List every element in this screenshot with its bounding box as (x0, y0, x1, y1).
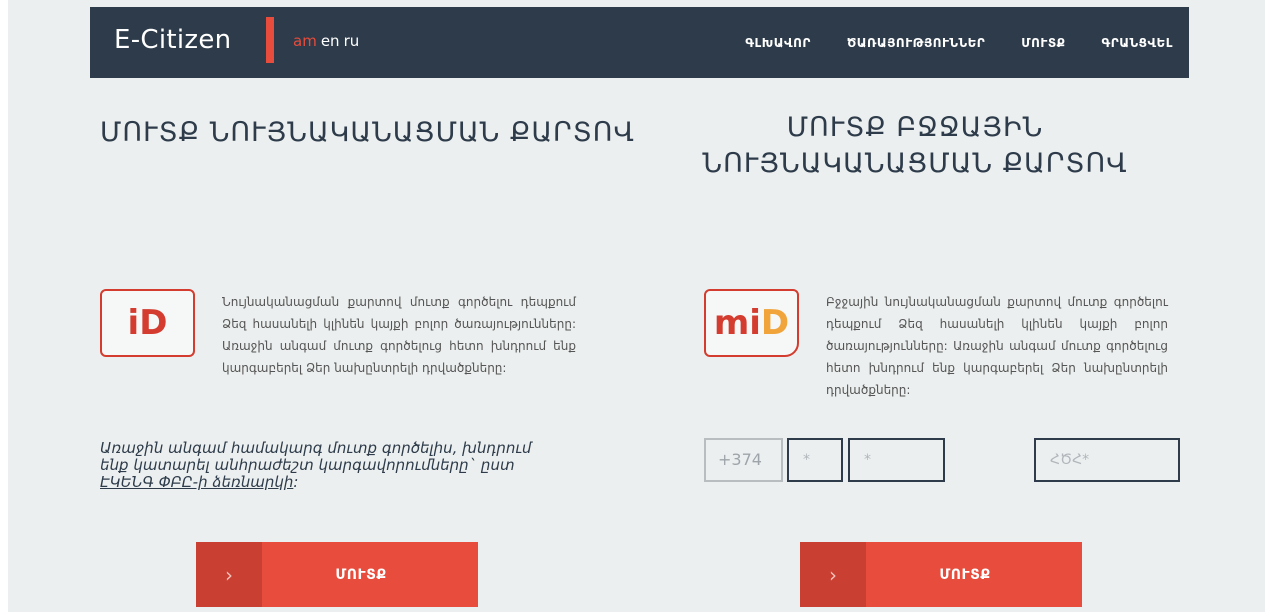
nav-services[interactable]: ԾԱՌԱՅՈՒԹՅՈՒՆՆԵՐ (847, 36, 985, 50)
mobile-id-title-line2: ՆՈՒՅՆԱԿԱՆԱՑՄԱՆ ՔԱՐՏՈՎ (702, 148, 1128, 179)
id-card-icon: iD (100, 289, 195, 357)
chevron-right-icon: › (196, 542, 262, 607)
id-card-description: Նույնականացման քարտով մուտք գործելու դեպ… (222, 295, 576, 375)
notice-text: Առաջին անգամ համակարգ մուտք գործելիս, խն… (100, 439, 532, 474)
first-login-notice: Առաջին անգամ համակարգ մուտք գործելիս, խն… (100, 440, 560, 491)
main-nav: ԳԼԽԱՎՈՐ ԾԱՌԱՅՈՒԹՅՈՒՆՆԵՐ ՄՈՒՏՔ ԳՐԱՆՑՎԵԼ (725, 7, 1189, 78)
nav-register[interactable]: ԳՐԱՆՑՎԵԼ (1102, 36, 1173, 50)
id-login-button-label: ՄՈՒՏՔ (335, 566, 387, 583)
mobile-id-description: Բջջային նույնականացման քարտով մուտք գործ… (826, 295, 1168, 397)
mid-logo-m: m (713, 303, 750, 343)
manual-link[interactable]: ԷԿԵՆԳ ՓԲԸ-ի ձեռնարկի (100, 473, 293, 491)
chevron-right-icon: › (800, 542, 866, 607)
mid-logo-d: D (760, 303, 790, 343)
site-logo[interactable]: E-Citizen (114, 25, 231, 55)
mobile-id-login-button[interactable]: › ՄՈՒՏՔ (800, 542, 1082, 607)
lang-en[interactable]: en (321, 32, 340, 50)
ssn-input[interactable]: ՀԾՀ* (1034, 438, 1180, 482)
language-switcher: am en ru (293, 32, 363, 50)
id-login-button[interactable]: › ՄՈՒՏՔ (196, 542, 478, 607)
mid-logo-i: i (749, 303, 761, 343)
mid-logo-text: miD (714, 306, 789, 340)
lang-am[interactable]: am (293, 32, 317, 50)
phone-number-input[interactable]: * (848, 438, 945, 482)
nav-home[interactable]: ԳԼԽԱՎՈՐ (745, 36, 811, 50)
notice-end: : (293, 473, 299, 491)
id-logo-text: iD (127, 303, 168, 343)
operator-code-input[interactable]: * (787, 438, 843, 482)
nav-login[interactable]: ՄՈՒՏՔ (1021, 36, 1065, 50)
mobile-id-title-line1: ՄՈՒՏՔ ԲՋՋԱՅԻՆ (786, 112, 1044, 143)
phone-country-code: +374 (704, 438, 783, 482)
top-navbar: E-Citizen am en ru ԳԼԽԱՎՈՐ ԾԱՌԱՅՈՒԹՅՈՒՆՆԵՐ… (90, 7, 1189, 78)
mobile-id-login-title: ՄՈՒՏՔ ԲՋՋԱՅԻՆ ՆՈՒՅՆԱԿԱՆԱՑՄԱՆ ՔԱՐՏՈՎ (700, 110, 1130, 182)
mobile-id-icon: miD (704, 289, 799, 357)
id-card-login-title: ՄՈՒՏՔ ՆՈՒՅՆԱԿԱՆԱՑՄԱՆ ՔԱՐՏՈՎ (100, 117, 635, 148)
lang-ru[interactable]: ru (344, 32, 360, 50)
logo-divider (266, 17, 274, 63)
mobile-id-login-button-label: ՄՈՒՏՔ (939, 566, 991, 583)
